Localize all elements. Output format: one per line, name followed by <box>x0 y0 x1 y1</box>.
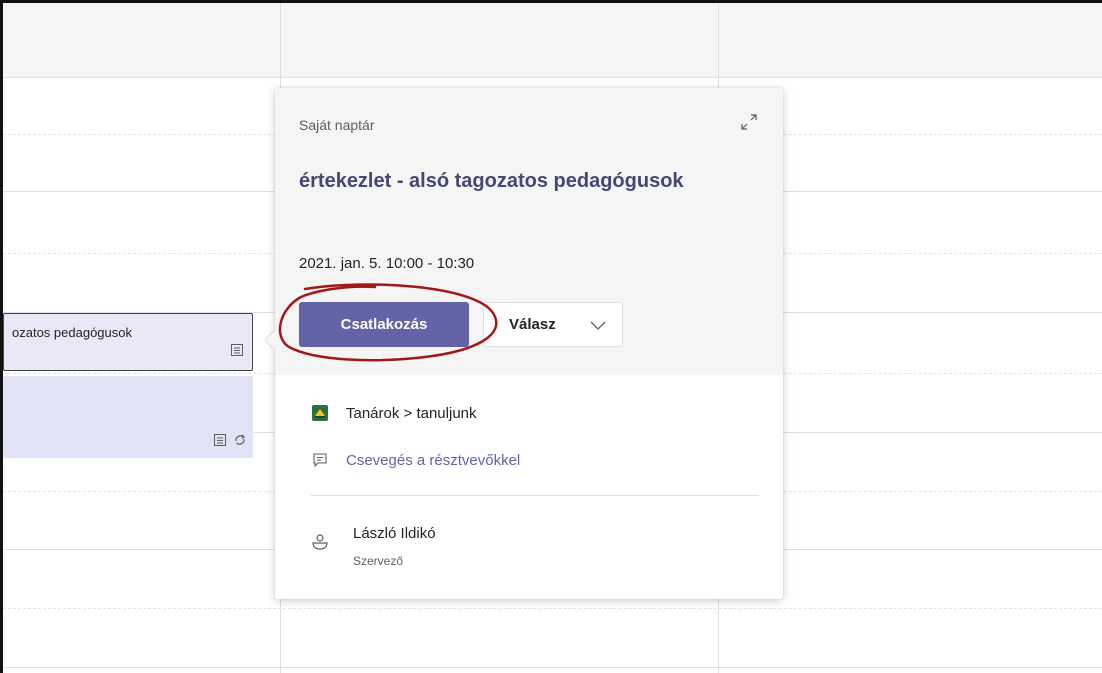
organizer-role: Szervező <box>353 554 404 568</box>
calendar-event[interactable] <box>3 376 253 458</box>
expand-icon[interactable] <box>739 112 759 132</box>
chat-with-participants[interactable]: Csevegés a résztvevőkkel <box>311 451 520 469</box>
chat-icon <box>311 451 329 469</box>
divider <box>311 495 759 496</box>
calendar-name: Saját naptár <box>299 117 375 133</box>
calendar-event-selected[interactable]: ozatos pedagógusok <box>3 313 253 371</box>
reply-label: Válasz <box>509 316 556 333</box>
organizer-name: László Ildikó <box>353 525 436 542</box>
hour-line <box>3 667 1102 668</box>
person-icon <box>311 533 329 556</box>
meeting-title: értekezlet - alsó tagozatos pedagógusok <box>299 170 684 192</box>
team-channel[interactable]: Tanárok > tanuljunk <box>311 404 477 422</box>
event-title: ozatos pedagógusok <box>12 325 132 340</box>
join-button[interactable]: Csatlakozás <box>299 302 469 347</box>
calendar-header <box>3 3 1102 78</box>
chat-link-label: Csevegés a résztvevőkkel <box>346 451 521 469</box>
recurring-icon <box>233 433 247 452</box>
reply-dropdown[interactable]: Válasz <box>483 302 623 347</box>
event-icon <box>213 433 227 452</box>
chevron-down-icon <box>590 317 606 338</box>
meeting-time: 2021. jan. 5. 10:00 - 10:30 <box>299 255 475 272</box>
channel-name: Tanárok > tanuljunk <box>346 404 477 422</box>
half-hour-line <box>3 608 1102 609</box>
meeting-details-popup: Saját naptár értekezlet - alsó tagozatos… <box>265 88 783 599</box>
team-avatar-icon <box>311 404 329 422</box>
event-icon <box>230 343 244 362</box>
